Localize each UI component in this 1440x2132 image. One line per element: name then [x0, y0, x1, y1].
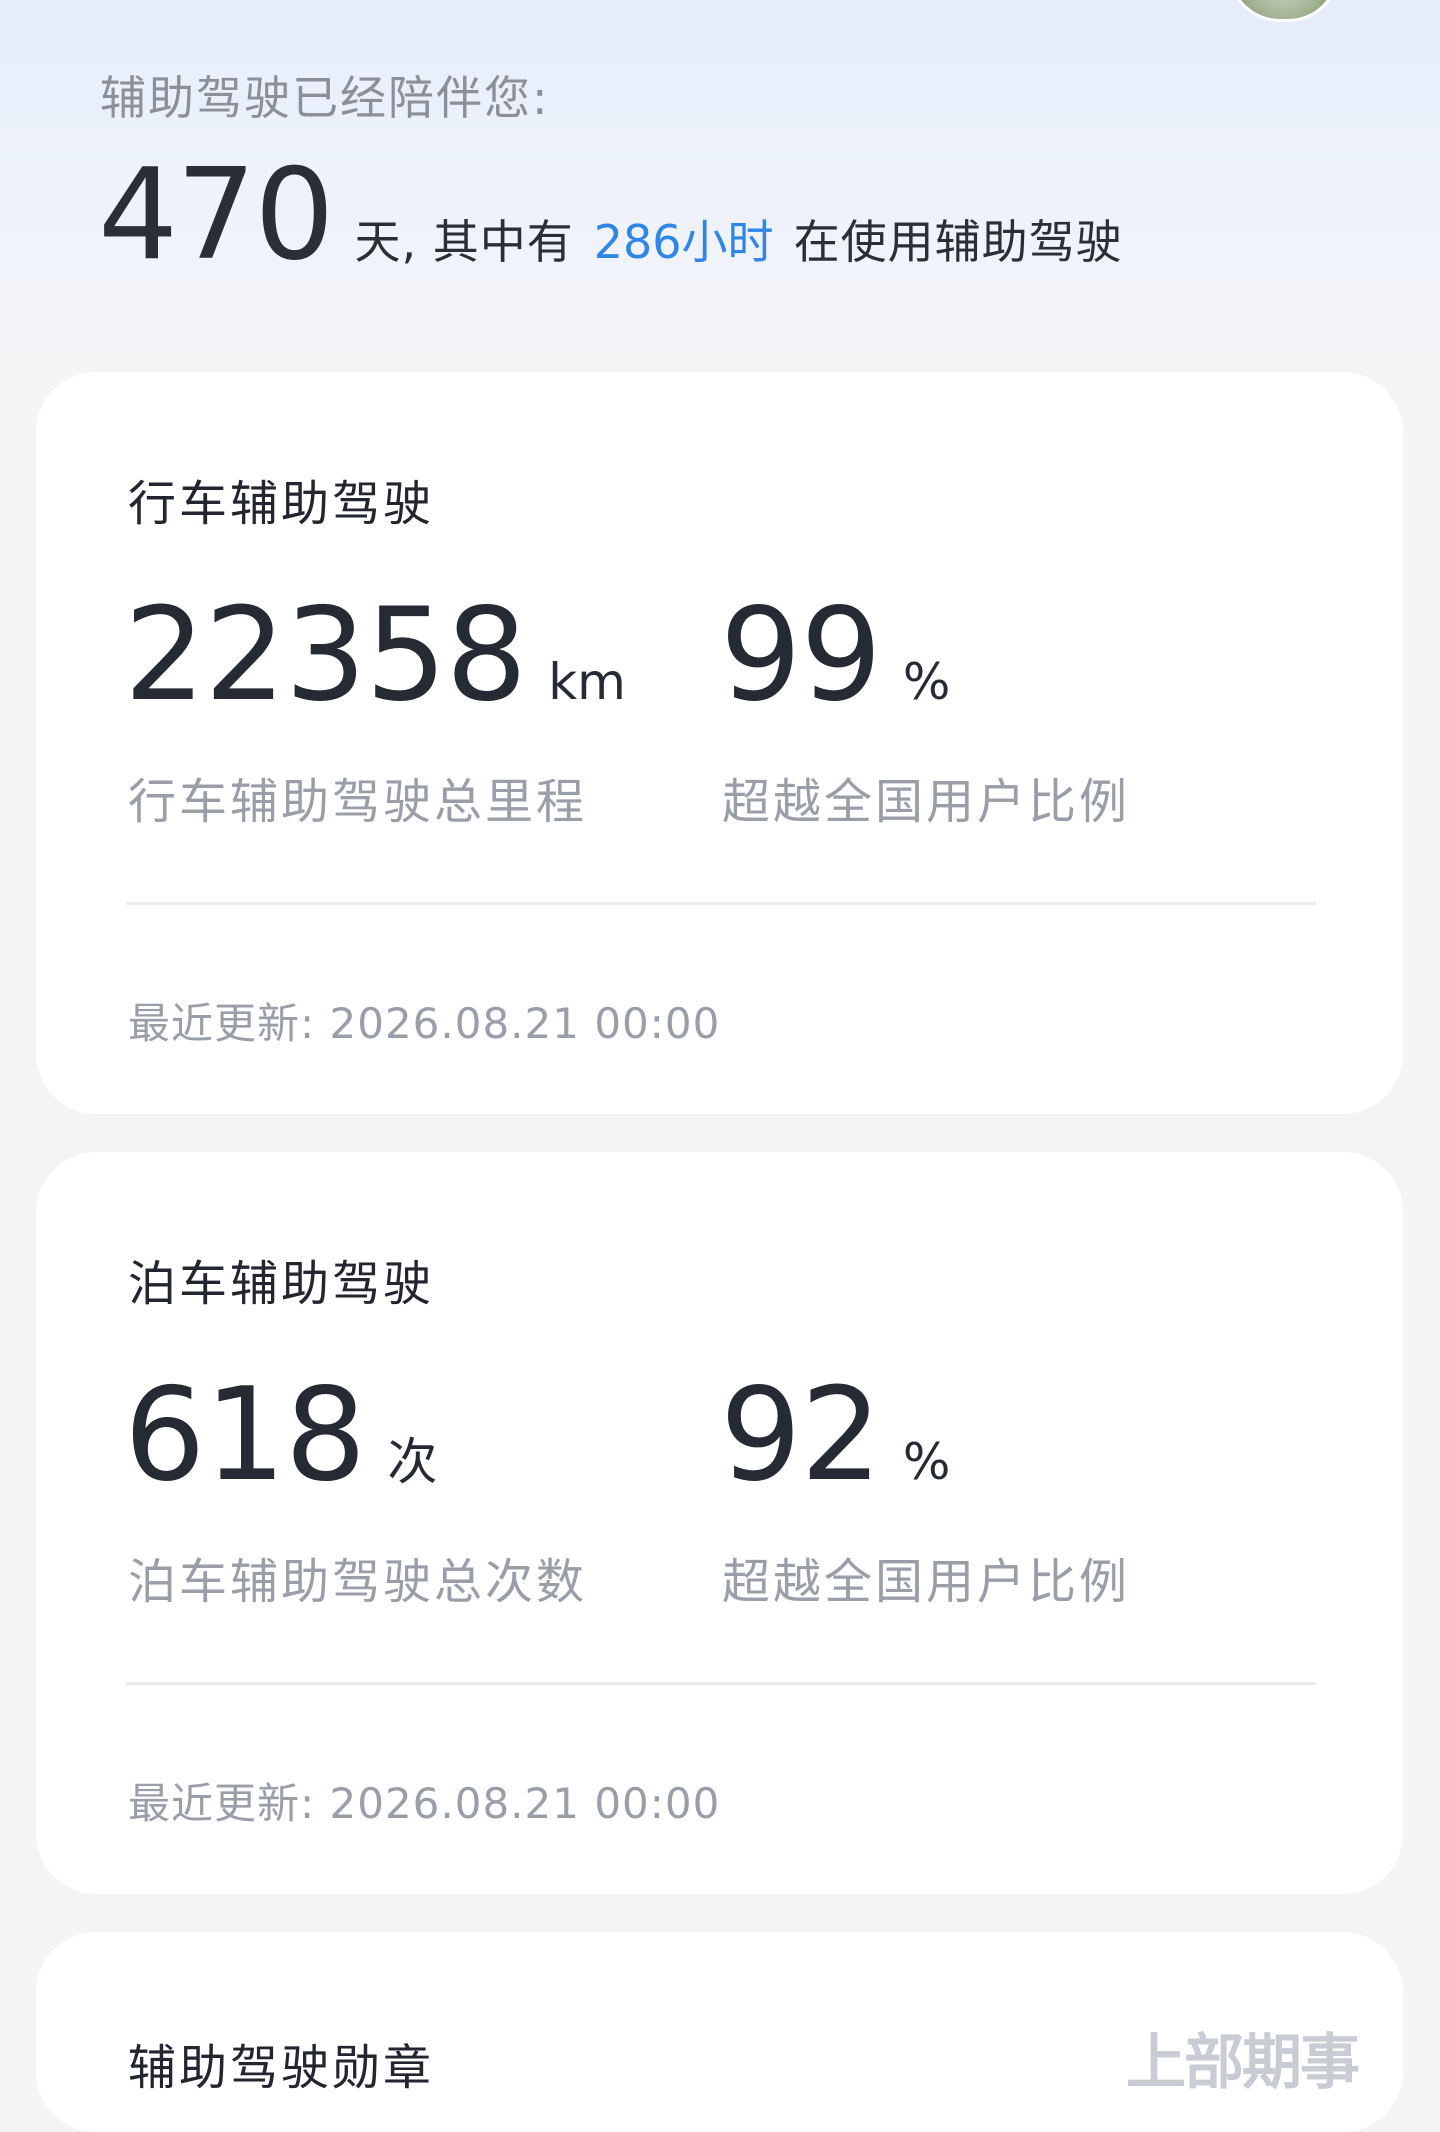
total-distance-metric: 22358 km: [124, 592, 626, 720]
companion-label: 辅助驾驶已经陪伴您:: [100, 71, 550, 125]
total-count-label: 泊车辅助驾驶总次数: [128, 1554, 588, 1610]
total-distance-value: 22358: [124, 581, 527, 730]
national-rank-label: 超越全国用户比例: [722, 1554, 1131, 1610]
national-rank-label: 超越全国用户比例: [722, 774, 1131, 830]
last-updated: 最近更新: 2026.08.21 00:00: [128, 999, 721, 1048]
card-title: 行车辅助驾驶: [128, 476, 435, 532]
national-rank-value: 92: [720, 1361, 882, 1510]
total-count-value: 618: [124, 1361, 366, 1510]
last-updated: 最近更新: 2026.08.21 00:00: [128, 1779, 721, 1828]
total-count-unit: 次: [387, 1433, 438, 1491]
companion-tail: 在使用辅助驾驶: [793, 215, 1123, 269]
watermark-logo: 上部期事: [1126, 2028, 1360, 2098]
divider: [126, 1682, 1316, 1685]
divider: [126, 902, 1316, 905]
companion-summary: 470 天, 其中有 286小时 在使用辅助驾驶: [98, 152, 1123, 278]
national-rank-value: 99: [720, 581, 882, 730]
percent-unit: %: [902, 653, 951, 711]
national-rank-metric: 92 %: [720, 1372, 950, 1500]
national-rank-metric: 99 %: [720, 592, 950, 720]
badges-card[interactable]: 辅助驾驶勋章 上部期事: [36, 1932, 1403, 2132]
companion-days-suffix: 天, 其中有: [354, 215, 574, 269]
driving-assist-card[interactable]: 行车辅助驾驶 22358 km 99 % 行车辅助驾驶总里程 超越全国用户比例 …: [36, 372, 1403, 1114]
card-title: 泊车辅助驾驶: [128, 1256, 435, 1312]
total-count-metric: 618 次: [124, 1372, 437, 1500]
parking-assist-card[interactable]: 泊车辅助驾驶 618 次 92 % 泊车辅助驾驶总次数 超越全国用户比例 最近更…: [36, 1152, 1403, 1894]
badges-title: 辅助驾驶勋章: [128, 2040, 435, 2096]
percent-unit: %: [902, 1433, 951, 1491]
total-distance-label: 行车辅助驾驶总里程: [128, 774, 588, 830]
companion-days: 470: [98, 141, 334, 288]
assist-hours: 286小时: [593, 215, 774, 269]
total-distance-unit: km: [548, 653, 626, 711]
